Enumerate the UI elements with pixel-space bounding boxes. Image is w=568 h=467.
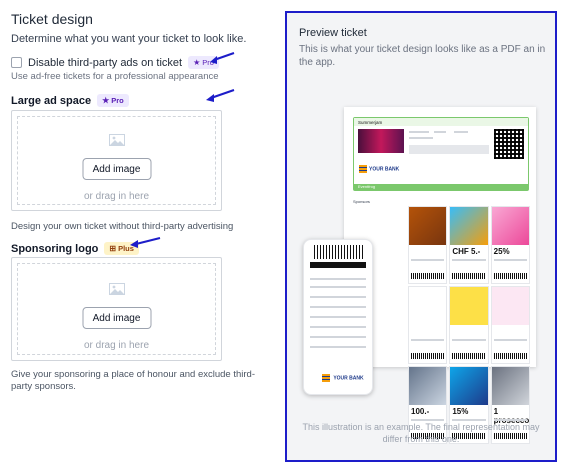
star-icon: ★ <box>193 57 201 67</box>
annotation-arrow-icon <box>130 237 161 248</box>
ad-barcode <box>452 353 486 359</box>
add-image-button[interactable]: Add image <box>82 158 151 180</box>
ad-image <box>409 287 447 325</box>
ad-headline: 15% <box>452 407 469 416</box>
ad-barcode <box>411 273 445 279</box>
disable-ads-checkbox[interactable] <box>11 57 22 68</box>
star-icon: ★ <box>102 95 110 105</box>
ad-tile <box>490 286 530 364</box>
ad-tile: 25% <box>490 206 530 284</box>
drag-hint: or drag in here <box>83 191 150 202</box>
dropzone-dashed-area: Add image or drag in here <box>17 263 216 355</box>
ticket-text-line <box>434 131 446 133</box>
sponsoring-logo-title: Sponsoring logo <box>11 242 99 255</box>
ad-barcode <box>411 353 445 359</box>
sponsors-label: Sponsors <box>353 199 370 204</box>
sponsoring-logo-label: Sponsoring logo ⊞ Plus <box>11 242 139 255</box>
large-ad-help: Design your own ticket without third-par… <box>11 221 234 232</box>
ticket-brand: YOUR BANK <box>369 166 400 173</box>
ticket-sponsor-logo: YOUR BANK <box>359 165 399 173</box>
ad-tile: CHF 5.- <box>449 206 489 284</box>
phone-text-line <box>310 336 366 338</box>
ad-text-line <box>493 259 527 261</box>
add-image-button[interactable]: Add image <box>82 307 151 329</box>
phone-text-line <box>310 346 366 348</box>
ad-image <box>450 207 488 245</box>
ad-text-line <box>411 259 445 261</box>
ad-image <box>450 287 488 325</box>
disable-ads-hint: Use ad-free tickets for a professional a… <box>11 71 219 82</box>
ticket-event-name: Summerjam <box>354 118 528 126</box>
sponsoring-logo-dropzone[interactable]: Add image or drag in here <box>11 257 222 361</box>
bank-logo-icon <box>322 374 330 382</box>
section-title: Ticket design <box>11 11 93 27</box>
preview-footnote: This illustration is an example. The fin… <box>302 422 540 444</box>
pro-badge: ★ Pro <box>97 94 129 107</box>
phone-text-line <box>310 316 366 318</box>
disable-ads-label[interactable]: Disable third-party ads on ticket <box>28 57 182 69</box>
ticket-qr-code <box>494 129 524 159</box>
ad-image <box>450 367 488 405</box>
ad-text-line <box>493 339 527 341</box>
ticket-footer: Eventfrog <box>354 184 528 190</box>
image-icon <box>108 134 125 146</box>
bank-logo-icon <box>359 165 367 173</box>
preview-description: This is what your ticket design looks li… <box>299 44 546 68</box>
ad-barcode <box>493 353 527 359</box>
ad-tile <box>408 286 448 364</box>
ad-barcode <box>493 273 527 279</box>
phone-barcode <box>314 245 364 259</box>
ticket-card: Summerjam YOUR BANK Eventfrog <box>353 117 529 191</box>
drag-hint: or drag in here <box>83 340 150 351</box>
ad-barcode <box>452 273 486 279</box>
ad-headline: CHF 5.- <box>452 247 481 256</box>
dropzone-dashed-area: Add image or drag in here <box>17 116 216 205</box>
ad-image <box>491 207 529 245</box>
phone-header-bar <box>310 262 366 268</box>
phone-text-line <box>310 296 366 298</box>
annotation-arrow-icon <box>210 52 235 64</box>
image-icon <box>108 283 125 295</box>
ad-headline: 25% <box>493 247 510 256</box>
ticket-category-box <box>409 145 489 154</box>
phone-text-line <box>310 278 366 280</box>
ticket-text-line <box>409 131 429 133</box>
ad-text-line <box>452 259 486 261</box>
ticket-text-line <box>409 137 433 139</box>
ad-text-line <box>452 339 486 341</box>
plus-square-icon: ⊞ <box>109 243 117 253</box>
large-ad-dropzone[interactable]: Add image or drag in here <box>11 110 222 211</box>
ad-image <box>491 287 529 325</box>
large-ad-space-label: Large ad space ★ Pro <box>11 94 129 107</box>
phone-text-line <box>310 286 366 288</box>
disable-ads-row[interactable]: Disable third-party ads on ticket ★ Pro <box>11 56 219 69</box>
app-phone-illustration: YOUR BANK <box>303 239 373 395</box>
badge-label: Pro <box>111 96 124 105</box>
ad-image <box>409 367 447 405</box>
ad-headline: 100.- <box>411 407 430 416</box>
phone-text-line <box>310 306 366 308</box>
phone-sponsor-logo: YOUR BANK <box>322 374 364 382</box>
ad-text-line <box>411 339 445 341</box>
phone-brand: YOUR BANK <box>333 375 364 382</box>
ticket-text-line <box>454 131 468 133</box>
ad-image <box>491 367 529 405</box>
large-ad-space-title: Large ad space <box>11 94 92 107</box>
phone-text-line <box>310 326 366 328</box>
ticket-event-image <box>358 129 404 153</box>
ad-tile <box>408 206 448 284</box>
ad-grid: CHF 5.- 25% 100.- 15% 1 prosecco <box>408 206 530 444</box>
ad-image <box>409 207 447 245</box>
section-description: Determine what you want your ticket to l… <box>11 33 247 45</box>
preview-panel: Preview ticket This is what your ticket … <box>285 11 557 462</box>
preview-title: Preview ticket <box>299 27 367 39</box>
ad-tile <box>449 286 489 364</box>
sponsoring-logo-help: Give your sponsoring a place of honour a… <box>11 369 255 392</box>
annotation-arrow-icon <box>206 89 235 102</box>
